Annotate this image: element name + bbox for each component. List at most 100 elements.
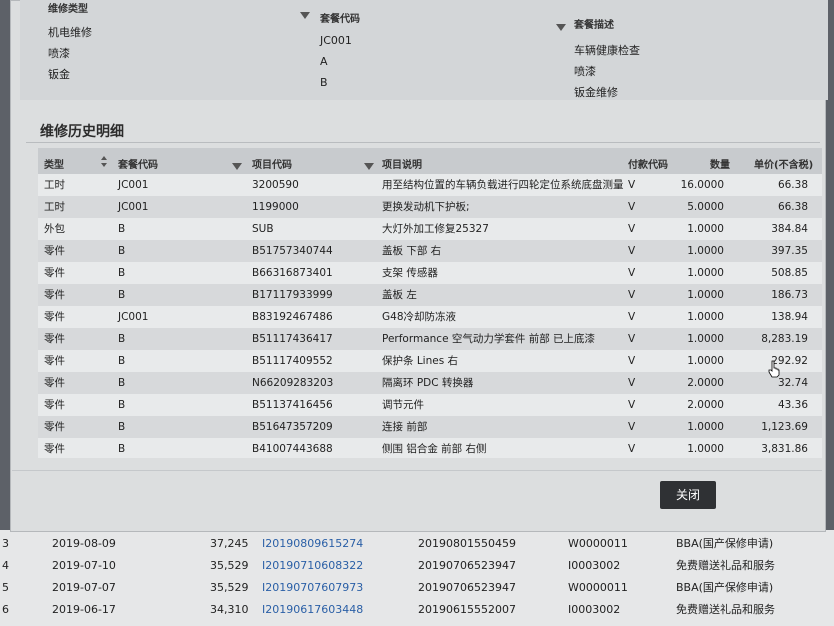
table-row[interactable]: 零件 B B51757340744 盖板 下部 右 V 1.0000 397.35 bbox=[38, 240, 822, 262]
cell-unit-price: 397.35 bbox=[771, 245, 808, 257]
cell-item-code: B51757340744 bbox=[252, 245, 333, 257]
cell-type: 零件 bbox=[44, 355, 65, 367]
row-date: 2019-07-07 bbox=[52, 581, 116, 594]
cell-package-code: B bbox=[118, 355, 126, 367]
cell-item-desc: G48冷却防冻液 bbox=[382, 311, 456, 323]
list-item[interactable]: 3 2019-08-09 37,245 I20190809615274 20190801… bbox=[0, 534, 834, 554]
cell-unit-price: 138.94 bbox=[771, 311, 808, 323]
table-row[interactable]: 工时 JC001 1199000 更换发动机下护板; V 5.0000 66.38 bbox=[38, 196, 822, 218]
list-item[interactable]: 5 2019-07-07 35,529 I20190707607973 20190706… bbox=[0, 578, 834, 598]
pkg-row-code[interactable]: B bbox=[320, 72, 550, 93]
cell-item-code: B83192467486 bbox=[252, 311, 333, 323]
pkg-row-desc[interactable]: 喷漆 bbox=[574, 61, 814, 82]
cell-item-code: B51117436417 bbox=[252, 333, 333, 345]
cell-qty: 16.0000 bbox=[680, 179, 724, 191]
footer-divider bbox=[12, 470, 822, 471]
cell-qty: 2.0000 bbox=[687, 399, 724, 411]
cell-item-desc: 连接 前部 bbox=[382, 421, 428, 433]
cell-item-code: B51117409552 bbox=[252, 355, 333, 367]
col-payment-code[interactable]: 付款代码 bbox=[628, 156, 668, 171]
cell-qty: 1.0000 bbox=[687, 355, 724, 367]
table-row[interactable]: 零件 B B17117933999 盖板 左 V 1.0000 186.73 bbox=[38, 284, 822, 306]
cell-item-code: SUB bbox=[252, 223, 274, 235]
cell-type: 零件 bbox=[44, 289, 65, 301]
row-order-link[interactable]: I20190710608322 bbox=[262, 556, 363, 576]
cell-item-desc: Performance 空气动力学套件 前部 已上底漆 bbox=[382, 333, 596, 345]
cell-item-code: B66316873401 bbox=[252, 267, 333, 279]
list-item[interactable]: 6 2019-06-17 34,310 I20190617603448 20190615… bbox=[0, 600, 834, 620]
filter-icon[interactable] bbox=[300, 8, 316, 21]
cell-qty: 1.0000 bbox=[687, 267, 724, 279]
table-row[interactable]: 零件 B B51647357209 连接 前部 V 1.0000 1,123.69 bbox=[38, 416, 822, 438]
cell-unit-price: 186.73 bbox=[771, 289, 808, 301]
row-order-link[interactable]: I20190809615274 bbox=[262, 534, 363, 554]
row-date: 2019-06-17 bbox=[52, 603, 116, 616]
col-unit-price[interactable]: 单价(不含税) bbox=[754, 156, 813, 171]
pkg-row-code[interactable]: JC001 bbox=[320, 30, 550, 51]
table-row[interactable]: 零件 B B51117409552 保护条 Lines 右 V 1.0000 292.92 bbox=[38, 350, 822, 372]
cell-package-code: B bbox=[118, 223, 126, 235]
cell-unit-price: 66.38 bbox=[777, 179, 808, 191]
cell-type: 零件 bbox=[44, 245, 65, 257]
col-qty[interactable]: 数量 bbox=[710, 156, 730, 171]
sort-icon[interactable] bbox=[100, 156, 108, 168]
pkg-row-type[interactable]: 钣金 bbox=[48, 64, 298, 85]
cell-unit-price: 43.36 bbox=[777, 399, 808, 411]
cell-qty: 1.0000 bbox=[687, 421, 724, 433]
cell-type: 零件 bbox=[44, 267, 65, 279]
pkg-row-desc[interactable]: 钣金维修 bbox=[574, 82, 814, 103]
col-item-desc[interactable]: 项目说明 bbox=[382, 156, 422, 171]
cell-qty: 1.0000 bbox=[687, 245, 724, 257]
table-row[interactable]: 零件 B B41007443688 侧围 铝合金 前部 右侧 V 1.0000 3,831.… bbox=[38, 438, 822, 458]
cell-item-desc: 更换发动机下护板; bbox=[382, 201, 470, 213]
table-row[interactable]: 零件 B B51137416456 调节元件 V 2.0000 43.36 bbox=[38, 394, 822, 416]
list-item[interactable]: 4 2019-07-10 35,529 I20190710608322 20190706… bbox=[0, 556, 834, 576]
row-ref: 20190706523947 bbox=[418, 559, 516, 572]
cell-item-desc: 保护条 Lines 右 bbox=[382, 355, 459, 367]
row-index: 3 bbox=[2, 537, 9, 550]
cell-item-desc: 大灯外加工修复25327 bbox=[382, 223, 489, 235]
cell-item-desc: 用至结构位置的车辆负载进行四轮定位系统底盘测量 bbox=[382, 179, 624, 191]
cell-package-code: B bbox=[118, 333, 126, 345]
row-order-link[interactable]: I20190617603448 bbox=[262, 600, 363, 620]
detail-table: 类型 套餐代码 项目代码 项目说明 付款代码 数量 单价(不含税) 工时 JC00… bbox=[38, 148, 822, 458]
row-mileage: 34,310 bbox=[210, 603, 249, 616]
table-row[interactable]: 零件 B B66316873401 支架 传感器 V 1.0000 508.85 bbox=[38, 262, 822, 284]
pkg-row-type[interactable]: 机电维修 bbox=[48, 22, 298, 43]
cell-type: 零件 bbox=[44, 377, 65, 389]
cell-item-code: B41007443688 bbox=[252, 443, 333, 455]
pkg-row-type[interactable]: 喷漆 bbox=[48, 43, 298, 64]
cell-package-code: B bbox=[118, 399, 126, 411]
table-row[interactable]: 零件 B B51117436417 Performance 空气动力学套件 前部 已上… bbox=[38, 328, 822, 350]
pkg-row-code[interactable]: A bbox=[320, 51, 550, 72]
cell-payment-code: V bbox=[628, 421, 636, 433]
row-order-link[interactable]: I20190707607973 bbox=[262, 578, 363, 598]
col-package-code[interactable]: 套餐代码 bbox=[118, 156, 158, 171]
row-index: 5 bbox=[2, 581, 9, 594]
table-row[interactable]: 工时 JC001 3200590 用至结构位置的车辆负载进行四轮定位系统底盘测量 V 16… bbox=[38, 174, 822, 196]
close-button[interactable]: 关闭 bbox=[660, 481, 716, 509]
filter-icon[interactable] bbox=[556, 20, 572, 33]
cell-package-code: B bbox=[118, 245, 126, 257]
row-mileage: 35,529 bbox=[210, 581, 249, 594]
divider bbox=[26, 142, 820, 143]
pkg-row-desc[interactable]: 车辆健康检查 bbox=[574, 40, 814, 61]
cell-item-code: 3200590 bbox=[252, 179, 299, 191]
table-row[interactable]: 外包 B SUB 大灯外加工修复25327 V 1.0000 384.84 bbox=[38, 218, 822, 240]
row-index: 6 bbox=[2, 603, 9, 616]
cell-payment-code: V bbox=[628, 245, 636, 257]
cell-package-code: B bbox=[118, 377, 126, 389]
table-row[interactable]: 零件 B N66209283203 隔离环 PDC 转换器 V 2.0000 32.74 bbox=[38, 372, 822, 394]
cell-type: 零件 bbox=[44, 333, 65, 345]
col-type[interactable]: 类型 bbox=[44, 156, 64, 171]
row-code: I0003002 bbox=[568, 559, 621, 572]
cell-payment-code: V bbox=[628, 333, 636, 345]
row-date: 2019-08-09 bbox=[52, 537, 116, 550]
table-row[interactable]: 零件 JC001 B83192467486 G48冷却防冻液 V 1.0000 138.94 bbox=[38, 306, 822, 328]
cell-qty: 1.0000 bbox=[687, 333, 724, 345]
col-item-code[interactable]: 项目代码 bbox=[252, 156, 292, 171]
hand-cursor-icon bbox=[768, 360, 780, 378]
row-code: W0000011 bbox=[568, 537, 628, 550]
cell-package-code: B bbox=[118, 267, 126, 279]
cell-item-desc: 盖板 左 bbox=[382, 289, 417, 301]
